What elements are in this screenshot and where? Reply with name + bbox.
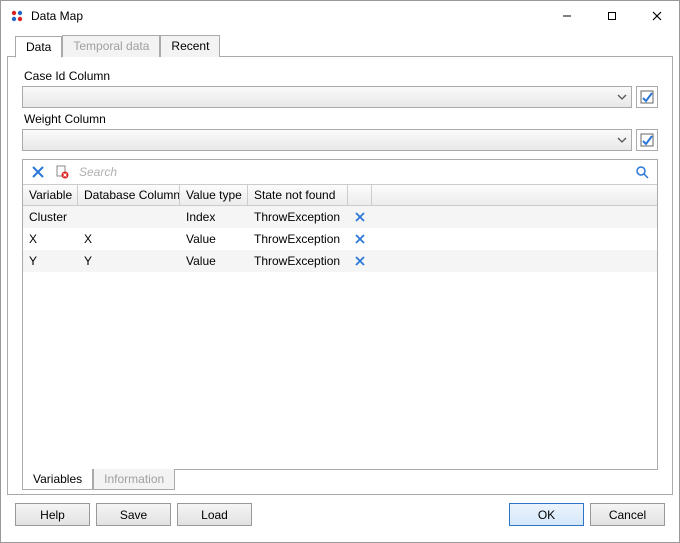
search-button[interactable] (633, 163, 651, 181)
checkbox-check-icon (640, 90, 654, 104)
tab-variables[interactable]: Variables (22, 469, 93, 490)
grid-frame: Variable Database Column Value type Stat… (22, 159, 658, 470)
cell-value-type: Index (180, 208, 248, 226)
maximize-button[interactable] (589, 1, 634, 31)
client-area: Data Temporal data Recent Case Id Column… (1, 31, 679, 542)
tab-recent[interactable]: Recent (160, 35, 220, 57)
cell-database-column: X (78, 230, 180, 248)
col-header-spacer (372, 185, 657, 205)
weight-label: Weight Column (24, 112, 656, 126)
col-header-state-not-found[interactable]: State not found (248, 185, 348, 205)
spacer (258, 503, 503, 526)
col-header-value-type[interactable]: Value type (180, 185, 248, 205)
app-icon (9, 8, 25, 24)
cell-database-column: Y (78, 252, 180, 270)
cell-state-not-found: ThrowException (248, 208, 348, 226)
col-header-actions (348, 185, 372, 205)
cell-variable: Cluster (23, 208, 78, 226)
table-row[interactable]: Cluster IndexThrowException (23, 206, 657, 228)
tab-information[interactable]: Information (93, 469, 175, 490)
case-id-row (22, 86, 658, 108)
tabs-top: Data Temporal data Recent (15, 35, 673, 57)
cell-value-type: Value (180, 252, 248, 270)
checkbox-check-icon (640, 133, 654, 147)
tab-data[interactable]: Data (15, 36, 62, 58)
weight-dropdown[interactable] (22, 129, 632, 151)
case-id-checkbox-button[interactable] (636, 86, 658, 108)
button-bar: Help Save Load OK Cancel (7, 495, 673, 536)
app-window: Data Map Data Temporal data Recent Case … (0, 0, 680, 543)
window-controls (544, 1, 679, 31)
row-delete-button[interactable] (348, 256, 372, 266)
window-title: Data Map (31, 9, 544, 23)
ok-button[interactable]: OK (509, 503, 584, 526)
cell-value-type: Value (180, 230, 248, 248)
cell-state-not-found: ThrowException (248, 252, 348, 270)
close-button[interactable] (634, 1, 679, 31)
table-row[interactable]: XXValueThrowException (23, 228, 657, 250)
col-header-variable[interactable]: Variable (23, 185, 78, 205)
col-header-database-column[interactable]: Database Column (78, 185, 180, 205)
titlebar: Data Map (1, 1, 679, 31)
case-id-dropdown[interactable] (22, 86, 632, 108)
tabs-bottom: Variables Information (22, 469, 658, 490)
weight-checkbox-button[interactable] (636, 129, 658, 151)
minimize-button[interactable] (544, 1, 589, 31)
table-row[interactable]: YYValueThrowException (23, 250, 657, 272)
cell-database-column (78, 215, 180, 219)
cell-variable: X (23, 230, 78, 248)
weight-row (22, 129, 658, 151)
chevron-down-icon (617, 135, 627, 145)
cancel-button[interactable]: Cancel (590, 503, 665, 526)
cell-state-not-found: ThrowException (248, 230, 348, 248)
grid-toolbar (23, 160, 657, 184)
save-button[interactable]: Save (96, 503, 171, 526)
search-icon (635, 165, 649, 179)
tab-temporal-data[interactable]: Temporal data (62, 35, 160, 57)
x-icon (32, 166, 44, 178)
load-button[interactable]: Load (177, 503, 252, 526)
help-button[interactable]: Help (15, 503, 90, 526)
row-delete-button[interactable] (348, 234, 372, 244)
case-id-label: Case Id Column (24, 69, 656, 83)
row-delete-button[interactable] (348, 212, 372, 222)
x-icon (355, 212, 365, 222)
x-icon (355, 234, 365, 244)
grid-body[interactable]: ClusterIndexThrowExceptionXXValueThrowEx… (23, 206, 657, 469)
chevron-down-icon (617, 92, 627, 102)
cell-variable: Y (23, 252, 78, 270)
search-input[interactable] (77, 164, 627, 180)
delete-button[interactable] (29, 163, 47, 181)
tab-page-data: Case Id Column Weight Column (7, 56, 673, 495)
x-icon (355, 256, 365, 266)
clear-button[interactable] (53, 163, 71, 181)
grid-header: Variable Database Column Value type Stat… (23, 184, 657, 206)
clear-doc-icon (55, 165, 69, 179)
